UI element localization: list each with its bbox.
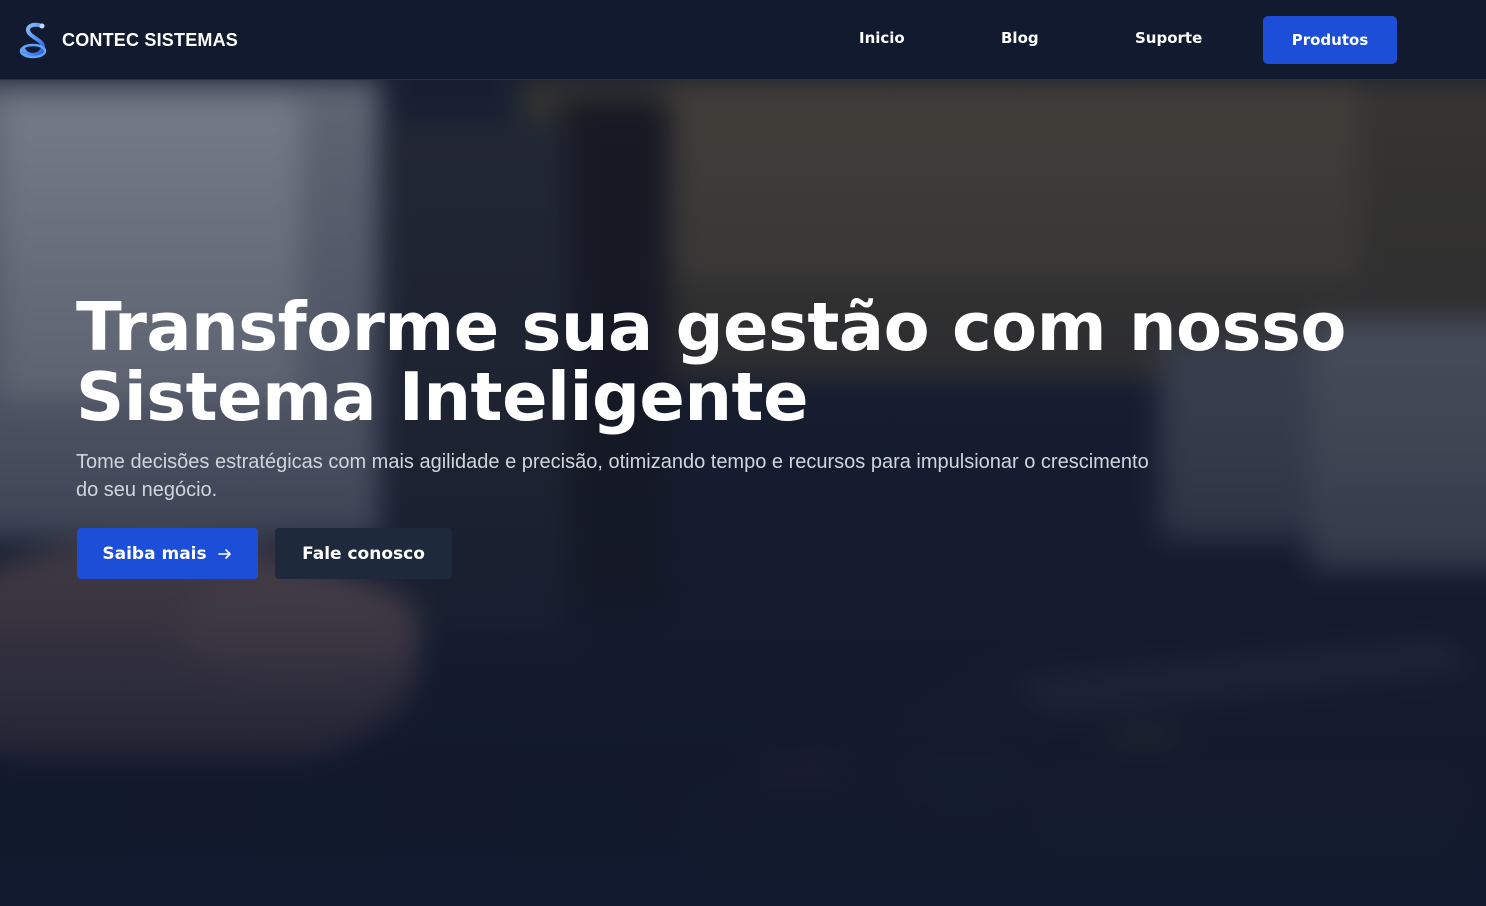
navbar: CONTEC SISTEMAS Inicio Blog Suporte Prod…: [0, 0, 1486, 80]
fale-conosco-label: Fale conosco: [302, 543, 425, 564]
produtos-button[interactable]: Produtos: [1263, 16, 1397, 64]
nav-link-inicio[interactable]: Inicio: [859, 29, 905, 47]
hero-subtitle: Tome decisões estratégicas com mais agil…: [76, 451, 1149, 501]
hero-title-line-1: Transforme sua gestão com nosso: [76, 288, 1346, 366]
brand-logo-icon: [19, 22, 47, 59]
nav-link-suporte[interactable]: Suporte: [1135, 29, 1202, 47]
hero-title: Transforme sua gestão com nosso Sistema …: [76, 292, 1376, 432]
hero-section: Transforme sua gestão com nosso Sistema …: [0, 80, 1486, 906]
saiba-mais-button[interactable]: Saiba mais: [77, 528, 258, 579]
brand-name: CONTEC SISTEMAS: [62, 29, 239, 50]
fale-conosco-button[interactable]: Fale conosco: [275, 528, 452, 579]
arrow-right-icon: [217, 548, 231, 559]
nav-link-blog[interactable]: Blog: [1001, 29, 1039, 47]
brand-link[interactable]: CONTEC SISTEMAS: [18, 20, 238, 60]
hero-title-line-2: Sistema Inteligente: [76, 358, 809, 436]
saiba-mais-label: Saiba mais: [102, 543, 207, 564]
